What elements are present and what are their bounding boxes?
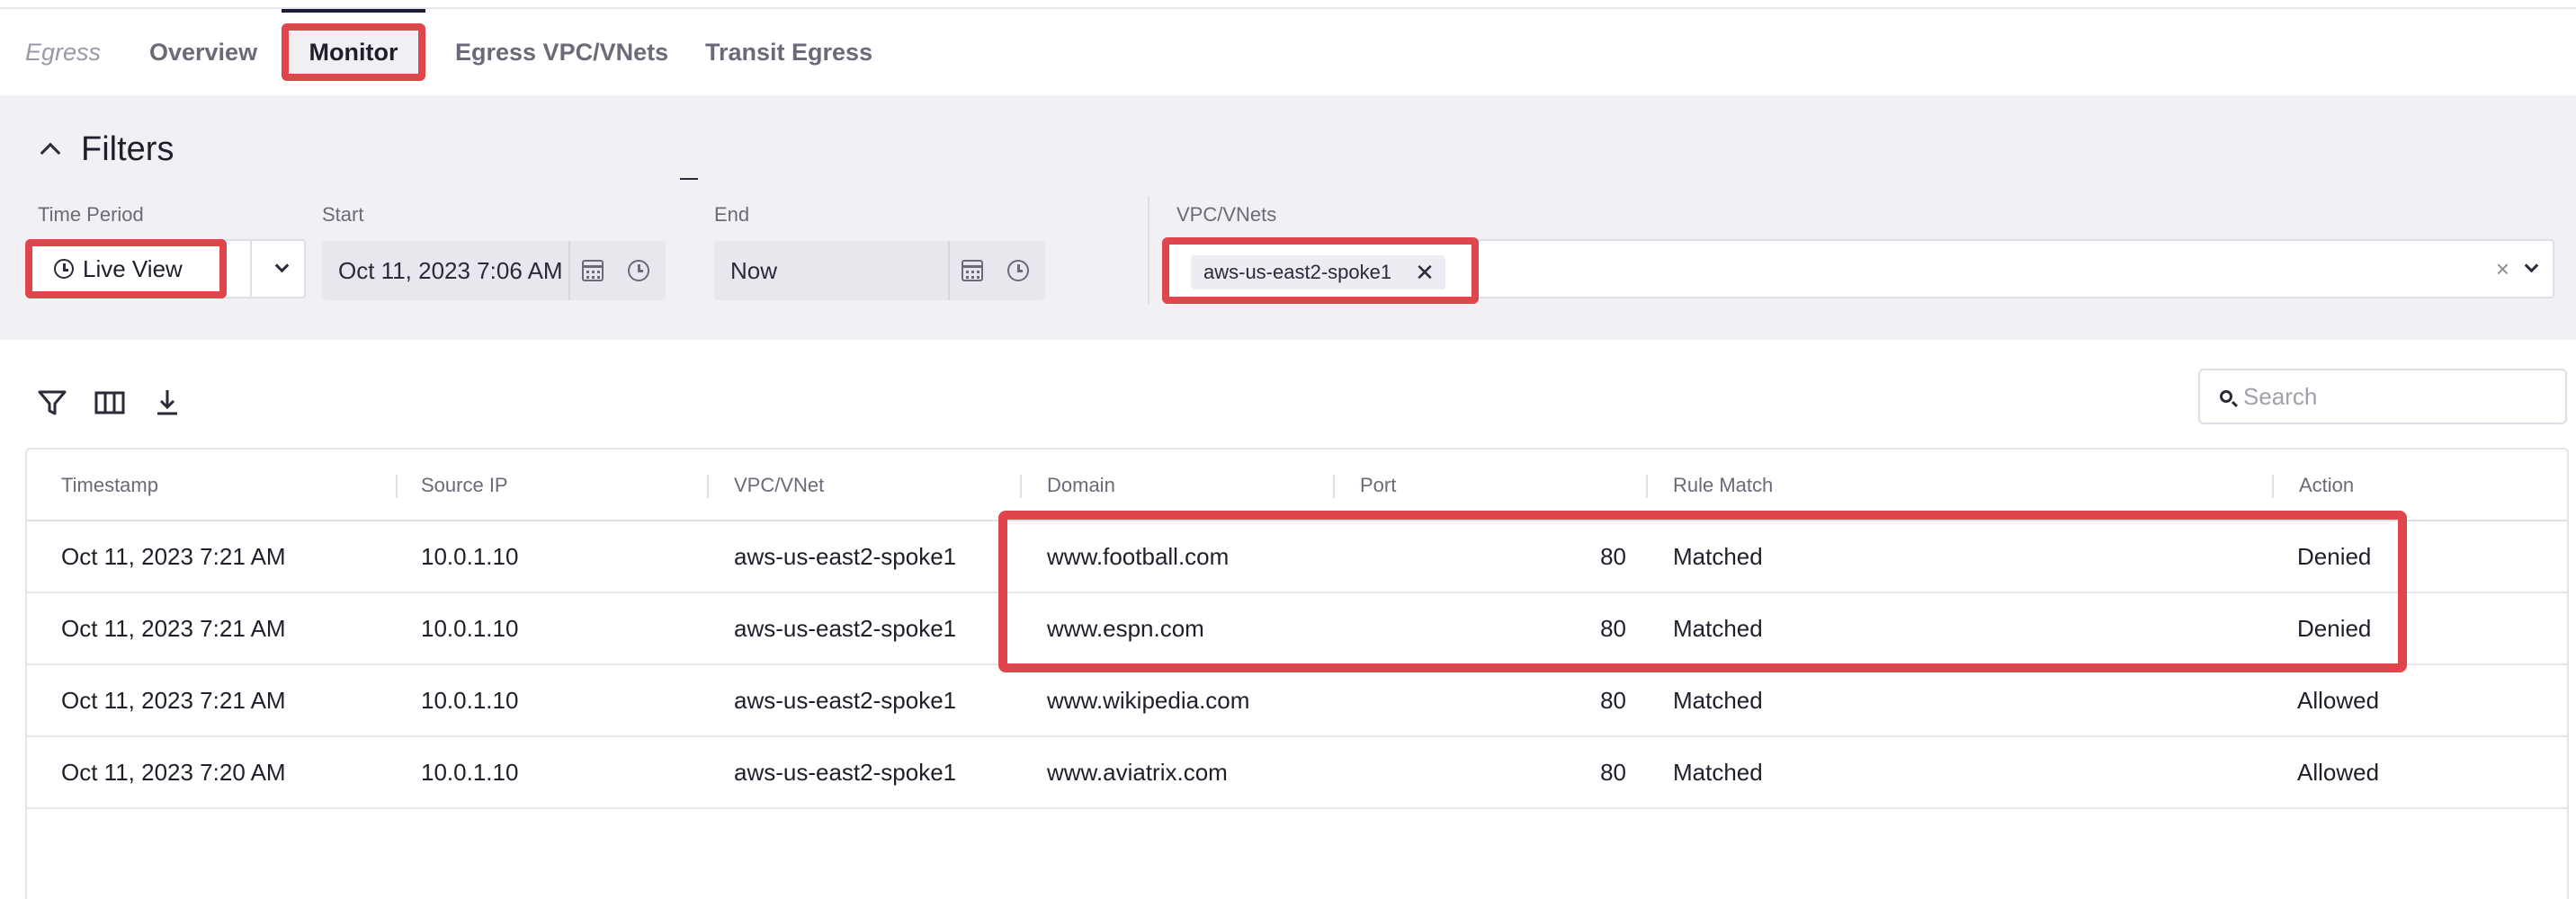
start-calendar-button[interactable] — [568, 241, 615, 300]
search-input[interactable] — [2243, 370, 2549, 423]
clock-icon — [54, 259, 74, 279]
tab-monitor-label: Monitor — [282, 23, 425, 81]
cell-source-ip: 10.0.1.10 — [421, 543, 519, 570]
end-value: Now — [730, 257, 778, 284]
column-header-vpc-vnet[interactable]: VPC/VNet — [734, 450, 824, 521]
tab-egress-breadcrumb[interactable]: Egress — [25, 9, 101, 95]
cell-port: 80 — [1600, 759, 1626, 786]
vpc-vnets-multiselect[interactable]: aws-us-east2-spoke1 ✕ × — [1162, 237, 2554, 304]
time-period-label: Time Period — [38, 203, 144, 226]
cell-action: Denied — [2297, 543, 2372, 570]
column-divider[interactable] — [396, 475, 398, 498]
cell-domain: www.football.com — [1047, 543, 1230, 570]
end-label: End — [714, 203, 750, 226]
column-divider[interactable] — [1333, 475, 1335, 498]
chevron-down-icon[interactable] — [274, 258, 290, 273]
column-header-port[interactable]: Port — [1360, 450, 1396, 521]
cell-port: 80 — [1600, 615, 1626, 642]
vpc-chip-highlight: aws-us-east2-spoke1 ✕ — [1162, 237, 1479, 304]
end-calendar-button[interactable] — [948, 241, 995, 300]
cell-timestamp: Oct 11, 2023 7:21 AM — [61, 543, 286, 570]
active-tab-indicator — [282, 9, 425, 13]
range-dash — [680, 178, 698, 180]
cell-timestamp: Oct 11, 2023 7:21 AM — [61, 687, 286, 714]
cell-rule-match: Matched — [1673, 543, 1763, 570]
select-divider — [250, 241, 252, 297]
table-row[interactable]: Oct 11, 2023 7:21 AM 10.0.1.10 aws-us-ea… — [27, 521, 2567, 593]
filters-divider — [1148, 196, 1149, 304]
cell-domain: www.aviatrix.com — [1047, 759, 1228, 786]
vpc-vnets-label: VPC/VNets — [1176, 203, 1277, 226]
table-row[interactable]: Oct 11, 2023 7:20 AM 10.0.1.10 aws-us-ea… — [27, 737, 2567, 809]
cell-action: Allowed — [2297, 759, 2380, 786]
end-clock-button[interactable] — [995, 241, 1042, 300]
chip-remove-icon[interactable]: ✕ — [1415, 259, 1435, 287]
chevron-down-icon[interactable] — [2524, 258, 2539, 273]
column-divider[interactable] — [707, 475, 709, 498]
start-label: Start — [322, 203, 364, 226]
time-period-select[interactable]: Live View — [25, 239, 306, 298]
start-clock-button[interactable] — [615, 241, 662, 300]
column-header-timestamp[interactable]: Timestamp — [61, 450, 158, 521]
cell-port: 80 — [1600, 687, 1626, 714]
columns-icon[interactable] — [92, 385, 128, 421]
column-header-domain[interactable]: Domain — [1047, 450, 1115, 521]
cell-vpc-vnet: aws-us-east2-spoke1 — [734, 543, 957, 570]
clock-icon — [628, 260, 649, 281]
download-icon[interactable] — [149, 385, 185, 421]
chevron-up-icon — [40, 142, 61, 164]
time-period-value: Live View — [83, 254, 183, 282]
cell-timestamp: Oct 11, 2023 7:20 AM — [61, 759, 286, 786]
filters-panel: Filters Time Period Live View Start Oct … — [0, 95, 2576, 340]
vpc-chip-label: aws-us-east2-spoke1 — [1203, 261, 1392, 283]
clock-icon — [1007, 260, 1029, 281]
cell-domain: www.wikipedia.com — [1047, 687, 1250, 714]
cell-port: 80 — [1600, 543, 1626, 570]
column-header-rule-match[interactable]: Rule Match — [1673, 450, 1773, 521]
clear-icon[interactable]: × — [2496, 241, 2509, 297]
filters-title: Filters — [81, 129, 174, 168]
column-divider[interactable] — [2272, 475, 2274, 498]
column-divider[interactable] — [1020, 475, 1022, 498]
vpc-chip: aws-us-east2-spoke1 ✕ — [1191, 255, 1445, 289]
cell-domain: www.espn.com — [1047, 615, 1204, 642]
filters-toggle[interactable]: Filters — [36, 128, 174, 171]
table-row[interactable]: Oct 11, 2023 7:21 AM 10.0.1.10 aws-us-ea… — [27, 593, 2567, 665]
cell-source-ip: 10.0.1.10 — [421, 759, 519, 786]
start-datetime-field[interactable]: Oct 11, 2023 7:06 AM — [322, 241, 666, 300]
top-divider — [0, 0, 2576, 9]
start-value: Oct 11, 2023 7:06 AM — [338, 257, 563, 284]
tab-overview[interactable]: Overview — [149, 9, 257, 95]
cell-rule-match: Matched — [1673, 759, 1763, 786]
cell-vpc-vnet: aws-us-east2-spoke1 — [734, 759, 957, 786]
cell-source-ip: 10.0.1.10 — [421, 615, 519, 642]
search-icon — [2220, 390, 2232, 403]
cell-action: Allowed — [2297, 687, 2380, 714]
cell-vpc-vnet: aws-us-east2-spoke1 — [734, 615, 957, 642]
column-header-action[interactable]: Action — [2299, 450, 2354, 521]
tab-egress-vpc-vnets[interactable]: Egress VPC/VNets — [455, 9, 668, 95]
column-header-source-ip[interactable]: Source IP — [421, 450, 508, 521]
tab-monitor[interactable]: Monitor — [282, 9, 425, 95]
cell-timestamp: Oct 11, 2023 7:21 AM — [61, 615, 286, 642]
cell-vpc-vnet: aws-us-east2-spoke1 — [734, 687, 957, 714]
cell-rule-match: Matched — [1673, 615, 1763, 642]
calendar-icon — [962, 260, 983, 281]
filter-icon[interactable] — [34, 385, 70, 421]
tab-bar: Egress Overview Monitor Egress VPC/VNets… — [0, 9, 2576, 95]
egress-log-table: Timestamp Source IP VPC/VNet Domain Port… — [25, 448, 2569, 899]
column-divider[interactable] — [1646, 475, 1648, 498]
live-view-option[interactable]: Live View — [25, 239, 227, 298]
tab-transit-egress[interactable]: Transit Egress — [705, 9, 872, 95]
cell-rule-match: Matched — [1673, 687, 1763, 714]
search-field[interactable] — [2198, 369, 2567, 424]
table-row[interactable]: Oct 11, 2023 7:21 AM 10.0.1.10 aws-us-ea… — [27, 665, 2567, 737]
table-header: Timestamp Source IP VPC/VNet Domain Port… — [27, 450, 2567, 521]
cell-source-ip: 10.0.1.10 — [421, 687, 519, 714]
cell-action: Denied — [2297, 615, 2372, 642]
calendar-icon — [582, 260, 604, 281]
end-datetime-field[interactable]: Now — [714, 241, 1045, 300]
